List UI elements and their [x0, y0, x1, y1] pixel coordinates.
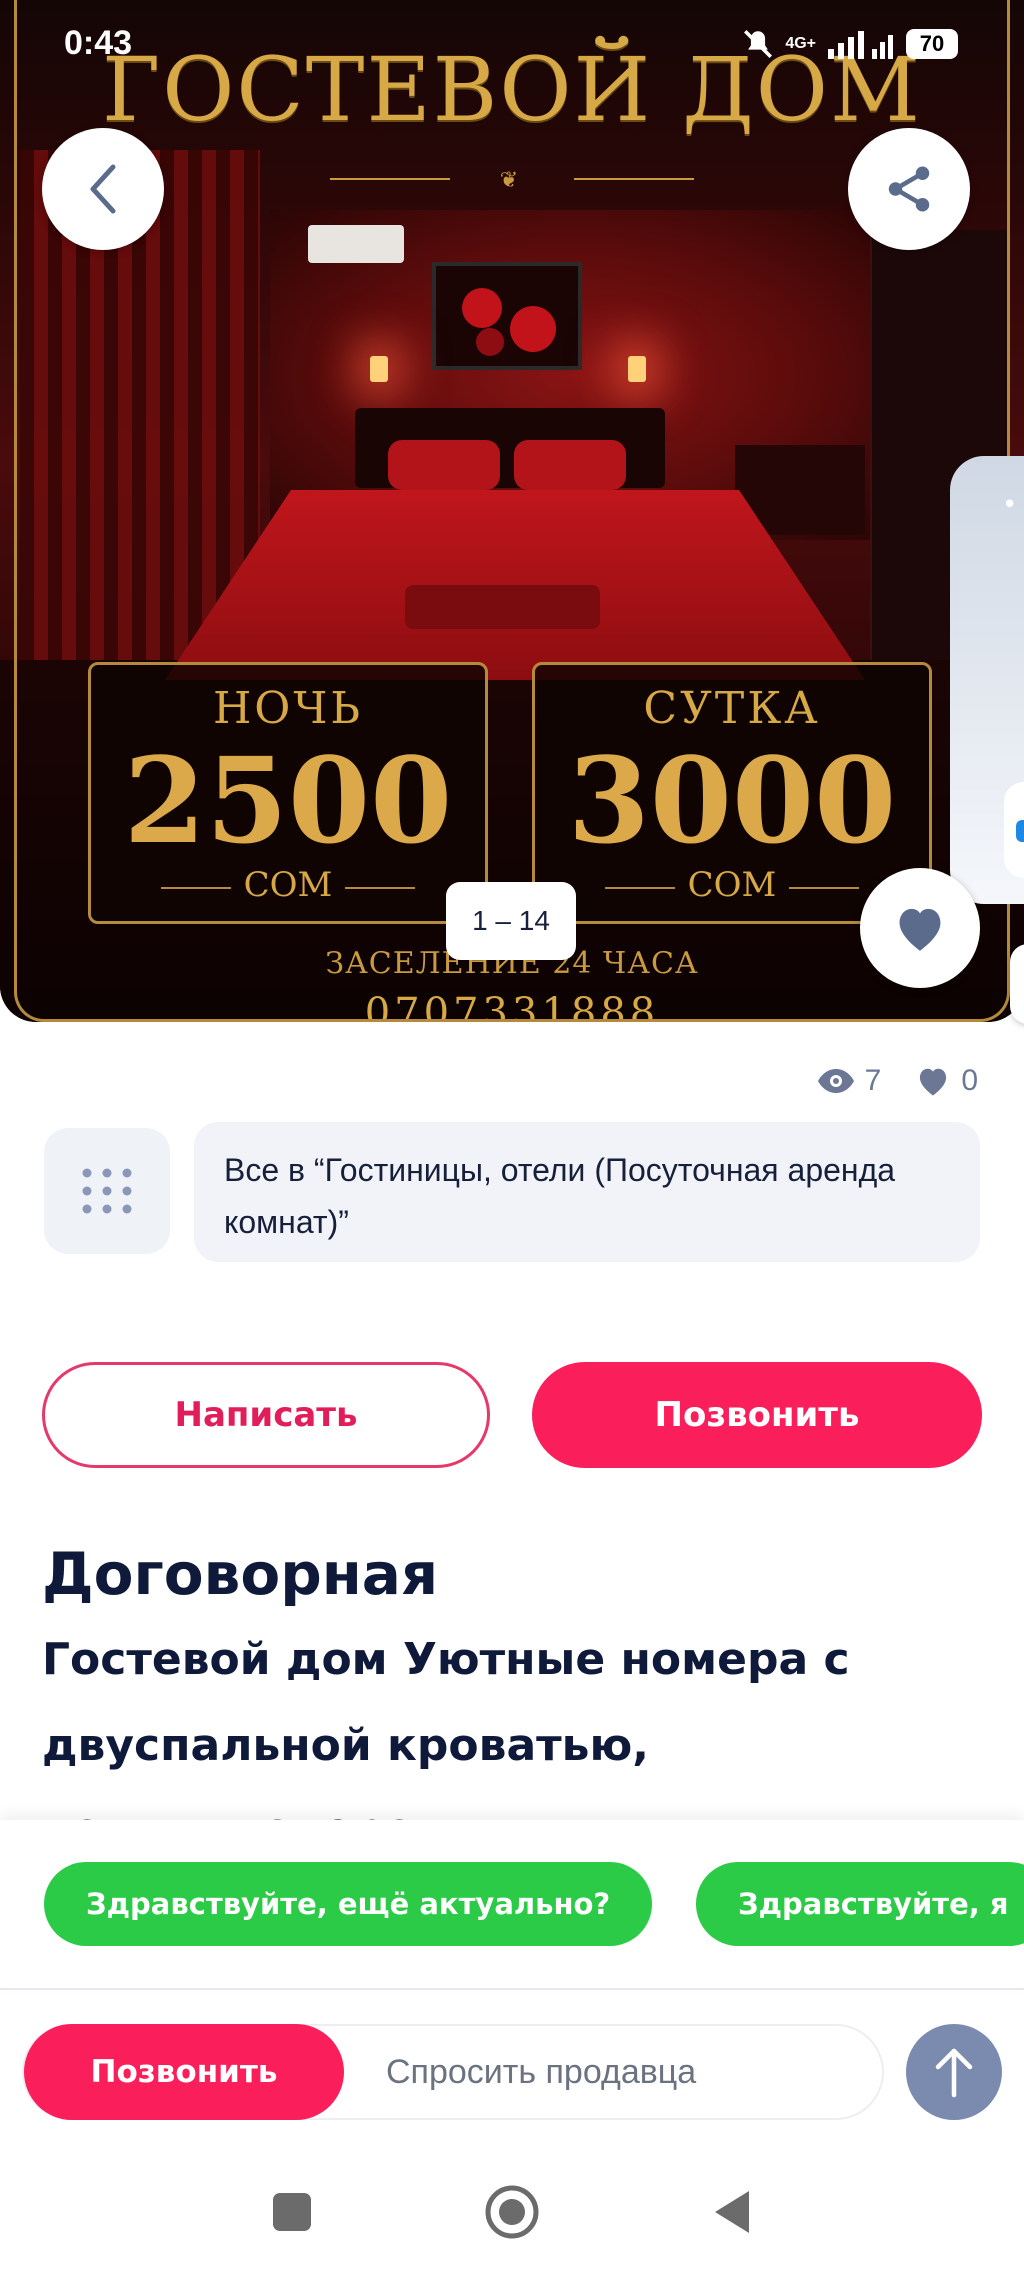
more-dots-icon: •• [1002, 490, 1024, 520]
side-edge-tab[interactable] [1010, 944, 1024, 1024]
heart-icon [920, 1068, 947, 1096]
category-link[interactable]: Все в “Гостиницы, отели (Посуточная арен… [194, 1122, 980, 1262]
quick-reply-chip[interactable]: Здравствуйте, ещё актуально? [44, 1862, 653, 1946]
bottom-call-button[interactable]: Позвонить [24, 2024, 344, 2120]
views-count: 7 [864, 1064, 882, 1097]
photo-counter: 1 – 14 [446, 882, 576, 960]
network-type: 4G+ [785, 35, 816, 52]
nav-back-icon [715, 2191, 749, 2233]
quick-reply-chip[interactable]: Здравствуйте, я [696, 1862, 1024, 1946]
listing-title-line-1: Гостевой дом Уютные номера с [42, 1634, 850, 1685]
call-button[interactable]: Позвонить [532, 1362, 982, 1468]
listing-title-line-2: двуспальной кроватью, [42, 1720, 649, 1771]
likes-count: 0 [961, 1064, 978, 1097]
category-icon-button[interactable] [44, 1128, 170, 1254]
battery-indicator: 70 [906, 29, 958, 59]
back-arrow-icon [90, 164, 116, 214]
eye-icon [817, 1069, 854, 1093]
nav-recents-button[interactable] [260, 2180, 324, 2244]
write-button[interactable]: Написать [42, 1362, 490, 1468]
arrow-up-icon [935, 2048, 973, 2098]
side-chat-tab[interactable] [1004, 782, 1024, 878]
share-button[interactable] [848, 128, 970, 250]
listing-stats: 7 0 [817, 1058, 978, 1104]
back-button[interactable] [42, 128, 164, 250]
mute-icon [744, 29, 773, 59]
grid-dots-icon [82, 1168, 132, 1214]
listing-price: Договорная [42, 1540, 439, 1608]
heart-icon [899, 908, 941, 951]
nav-home-button[interactable] [480, 2180, 544, 2244]
nav-home-icon [485, 2185, 539, 2239]
nav-square-icon [273, 2193, 311, 2231]
signal-icon [828, 31, 893, 59]
ask-seller-input[interactable]: Спросить продавца [386, 2024, 866, 2120]
listing-page: ГОСТЕВОЙ ДОМ ❦ НОЧЬ 2500 СОМ СУТКА 3000 … [0, 0, 1024, 2276]
favorite-button[interactable] [860, 868, 980, 988]
share-icon [888, 166, 930, 212]
status-bar: 0:43 4G+ 70 [0, 0, 1024, 90]
status-icons: 4G+ 70 [741, 24, 958, 64]
status-time: 0:43 [64, 24, 133, 62]
scroll-top-button[interactable] [906, 2024, 1002, 2120]
nav-back-button[interactable] [700, 2180, 764, 2244]
